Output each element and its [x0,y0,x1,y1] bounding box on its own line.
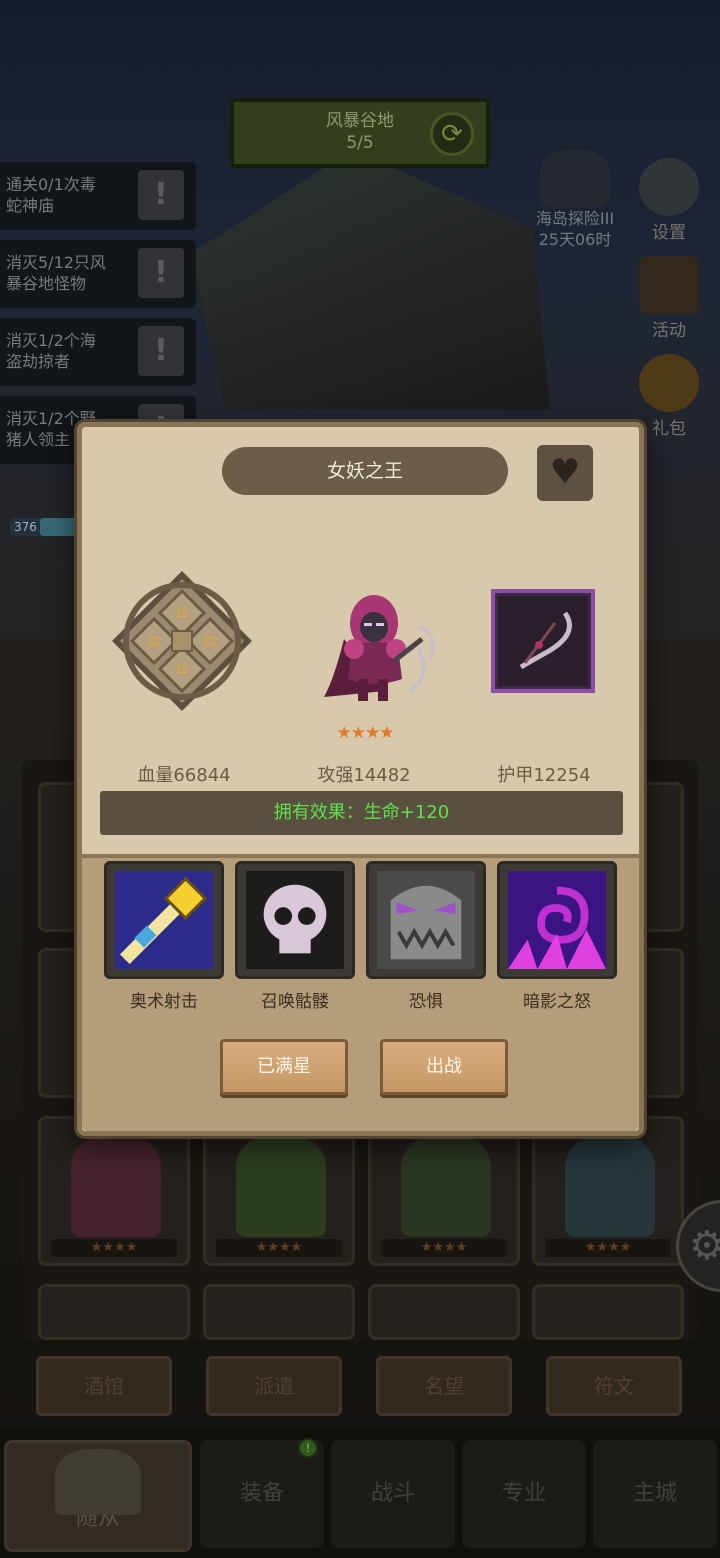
max-star-button[interactable]: 已满星 [220,1039,348,1095]
skill-summon-skeleton[interactable]: 召唤骷髅 [235,861,355,1012]
hero-name: 女妖之王 [222,447,508,495]
armor-stat: 护甲12254 [497,765,591,786]
hero-stars: ★★★★ [336,723,395,743]
weapon-slot[interactable] [491,589,595,693]
owned-effect: 拥有效果：生命+120 [100,791,623,835]
skill-fear[interactable]: 恐惧 [366,861,486,1012]
banshee-queen-portrait [324,595,435,701]
svg-text:ㅁ: ㅁ [175,660,190,679]
skull-icon [246,871,344,969]
heart-icon[interactable]: ♥ [537,445,593,501]
svg-text:ㅁ: ㅁ [203,632,218,651]
rune-icon[interactable]: ㅁ ㅁ ㅁ ㅁ [110,569,254,713]
bow-icon [519,611,572,670]
fear-mask-icon [377,871,475,969]
skill-label: 恐惧 [409,992,443,1012]
attack-stat: 攻强14482 [317,765,411,786]
skill-label: 召唤骷髅 [261,992,329,1012]
hp-stat: 血量66844 [137,765,231,786]
shadow-fury-icon [508,871,606,969]
deploy-button[interactable]: 出战 [380,1039,508,1095]
svg-text:ㅁ: ㅁ [175,604,190,623]
skill-arcane-shot[interactable]: 奥术射击 [104,861,224,1012]
skill-label: 暗影之怒 [523,992,591,1012]
skill-label: 奥术射击 [130,992,198,1012]
hero-detail-modal: 女妖之王 ♥ ㅁ ㅁ ㅁ ㅁ ★★★★ 血量66844 攻强14482 护甲12… [77,422,644,1136]
arcane-shot-icon [115,871,213,969]
svg-text:ㅁ: ㅁ [147,632,162,651]
skill-shadow-fury[interactable]: 暗影之怒 [497,861,617,1012]
